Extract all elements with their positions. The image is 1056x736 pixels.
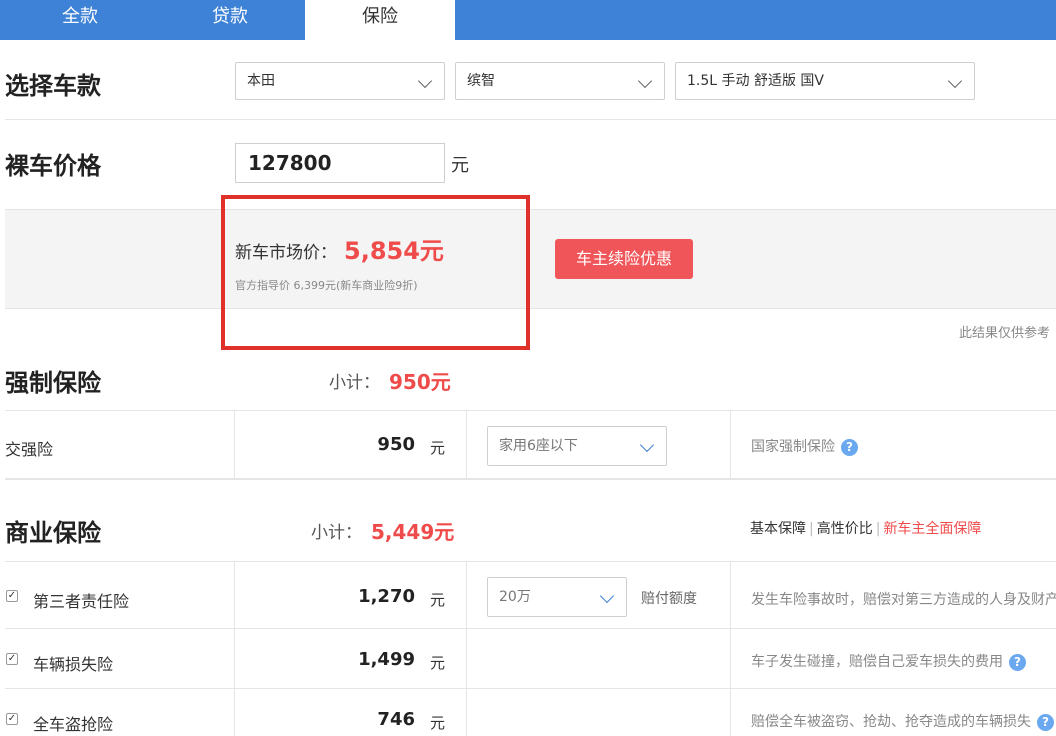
- column-divider: [466, 562, 467, 628]
- plan-separator: |: [875, 521, 881, 537]
- insurance-name: 交强险: [5, 440, 54, 459]
- tab-loan[interactable]: 贷款: [155, 0, 305, 40]
- plan-basic[interactable]: 基本保障: [750, 521, 806, 537]
- checkbox-checked-icon[interactable]: ✓: [6, 590, 18, 602]
- insurance-unit: 元: [430, 591, 446, 609]
- chevron-down-icon: [637, 73, 653, 89]
- coverage-amount-value: 20万: [499, 589, 531, 605]
- chevron-down-icon: [599, 588, 615, 604]
- column-divider: [234, 689, 235, 736]
- seat-type-value: 家用6座以下: [499, 438, 578, 454]
- insurance-name: 全车盗抢险: [33, 715, 114, 734]
- column-divider: [234, 411, 235, 478]
- insurance-amount: 1,499: [358, 649, 415, 670]
- compulsory-subtotal-label: 小计：: [329, 373, 380, 393]
- column-divider: [234, 629, 235, 688]
- seat-type-select[interactable]: 家用6座以下: [487, 426, 667, 466]
- market-price-panel: [5, 209, 1056, 309]
- chevron-down-icon: [639, 437, 655, 453]
- insurance-name: 车辆损失险: [33, 655, 114, 674]
- select-car-title: 选择车款: [5, 72, 101, 100]
- insurance-amount: 1,270: [358, 586, 415, 607]
- tab-insurance[interactable]: 保险: [305, 0, 455, 40]
- description-text: 赔偿全车被盗窃、抢劫、抢夺造成的车辆损失: [751, 714, 1031, 730]
- commercial-subtotal-label: 小计：: [311, 523, 362, 543]
- table-row: 交强险 950 元 家用6座以下 国家强制保险?: [5, 410, 1056, 480]
- table-row: ✓ 车辆损失险 1,499 元 车子发生碰撞，赔偿自己爱车损失的费用?: [5, 629, 1056, 689]
- tab-bar: 全款 贷款 保险: [0, 0, 1056, 40]
- coverage-amount-label: 赔付额度: [641, 591, 697, 607]
- question-icon[interactable]: ?: [1037, 713, 1054, 731]
- column-divider: [730, 629, 731, 688]
- column-divider: [466, 411, 467, 478]
- insurance-description: 赔偿全车被盗窃、抢劫、抢夺造成的车辆损失?: [751, 711, 1056, 731]
- plan-separator: |: [809, 521, 814, 537]
- commercial-subtotal-value: 5,449元: [371, 520, 455, 544]
- column-divider: [730, 689, 731, 736]
- plan-options: 基本保障 | 高性价比 | 新车主全面保障: [750, 518, 981, 538]
- table-row: ✓ 全车盗抢险 746 元 赔偿全车被盗窃、抢劫、抢夺造成的车辆损失?: [5, 689, 1056, 736]
- insurance-unit: 元: [430, 439, 446, 457]
- description-text: 车子发生碰撞，赔偿自己爱车损失的费用: [751, 654, 1003, 670]
- insurance-amount: 746: [377, 709, 415, 730]
- commercial-table: ✓ 第三者责任险 1,270 元 20万 赔付额度 发生车险事故时，赔偿对第三方…: [5, 561, 1056, 736]
- chevron-down-icon: [417, 73, 433, 89]
- divider: [5, 119, 1056, 120]
- insurance-description: 发生车险事故时，赔偿对第三方造成的人身及财产: [751, 592, 1056, 608]
- column-divider: [466, 629, 467, 688]
- trim-select[interactable]: 1.5L 手动 舒适版 国V: [675, 62, 975, 100]
- chevron-down-icon: [947, 73, 963, 89]
- table-row: ✓ 第三者责任险 1,270 元 20万 赔付额度 发生车险事故时，赔偿对第三方…: [5, 561, 1056, 629]
- highlight-box: [221, 195, 530, 350]
- insurance-unit: 元: [430, 714, 446, 732]
- compulsory-insurance-title: 强制保险: [5, 369, 101, 397]
- renewal-discount-button[interactable]: 车主续险优惠: [555, 239, 693, 279]
- question-icon[interactable]: ?: [1009, 653, 1026, 671]
- disclaimer-text: 此结果仅供参考: [958, 326, 1050, 341]
- brand-select[interactable]: 本田: [235, 62, 445, 100]
- insurance-name: 第三者责任险: [33, 592, 130, 611]
- price-unit: 元: [451, 155, 469, 176]
- commercial-insurance-title: 商业保险: [5, 519, 101, 547]
- insurance-unit: 元: [430, 654, 446, 672]
- column-divider: [466, 689, 467, 736]
- model-select[interactable]: 缤智: [455, 62, 665, 100]
- insurance-description: 国家强制保险?: [751, 436, 858, 456]
- column-divider: [730, 411, 731, 478]
- column-divider: [234, 562, 235, 628]
- coverage-amount-select[interactable]: 20万: [487, 577, 627, 617]
- brand-select-value: 本田: [247, 73, 275, 89]
- compulsory-table: 交强险 950 元 家用6座以下 国家强制保险?: [5, 410, 1056, 480]
- question-icon[interactable]: ?: [841, 438, 858, 456]
- insurance-amount: 950: [377, 434, 415, 455]
- description-text: 国家强制保险: [751, 439, 835, 455]
- bare-price-input[interactable]: 127800: [235, 143, 445, 183]
- insurance-description: 车子发生碰撞，赔偿自己爱车损失的费用?: [751, 651, 1026, 671]
- bare-price-title: 裸车价格: [5, 152, 101, 180]
- column-divider: [730, 562, 731, 628]
- checkbox-checked-icon[interactable]: ✓: [6, 653, 18, 665]
- checkbox-checked-icon[interactable]: ✓: [6, 713, 18, 725]
- plan-value[interactable]: 高性价比: [817, 521, 873, 537]
- plan-new-owner-full[interactable]: 新车主全面保障: [883, 521, 981, 537]
- compulsory-subtotal-value: 950元: [389, 370, 451, 394]
- tab-full-payment[interactable]: 全款: [5, 0, 155, 40]
- model-select-value: 缤智: [467, 73, 495, 89]
- trim-select-value: 1.5L 手动 舒适版 国V: [687, 73, 824, 89]
